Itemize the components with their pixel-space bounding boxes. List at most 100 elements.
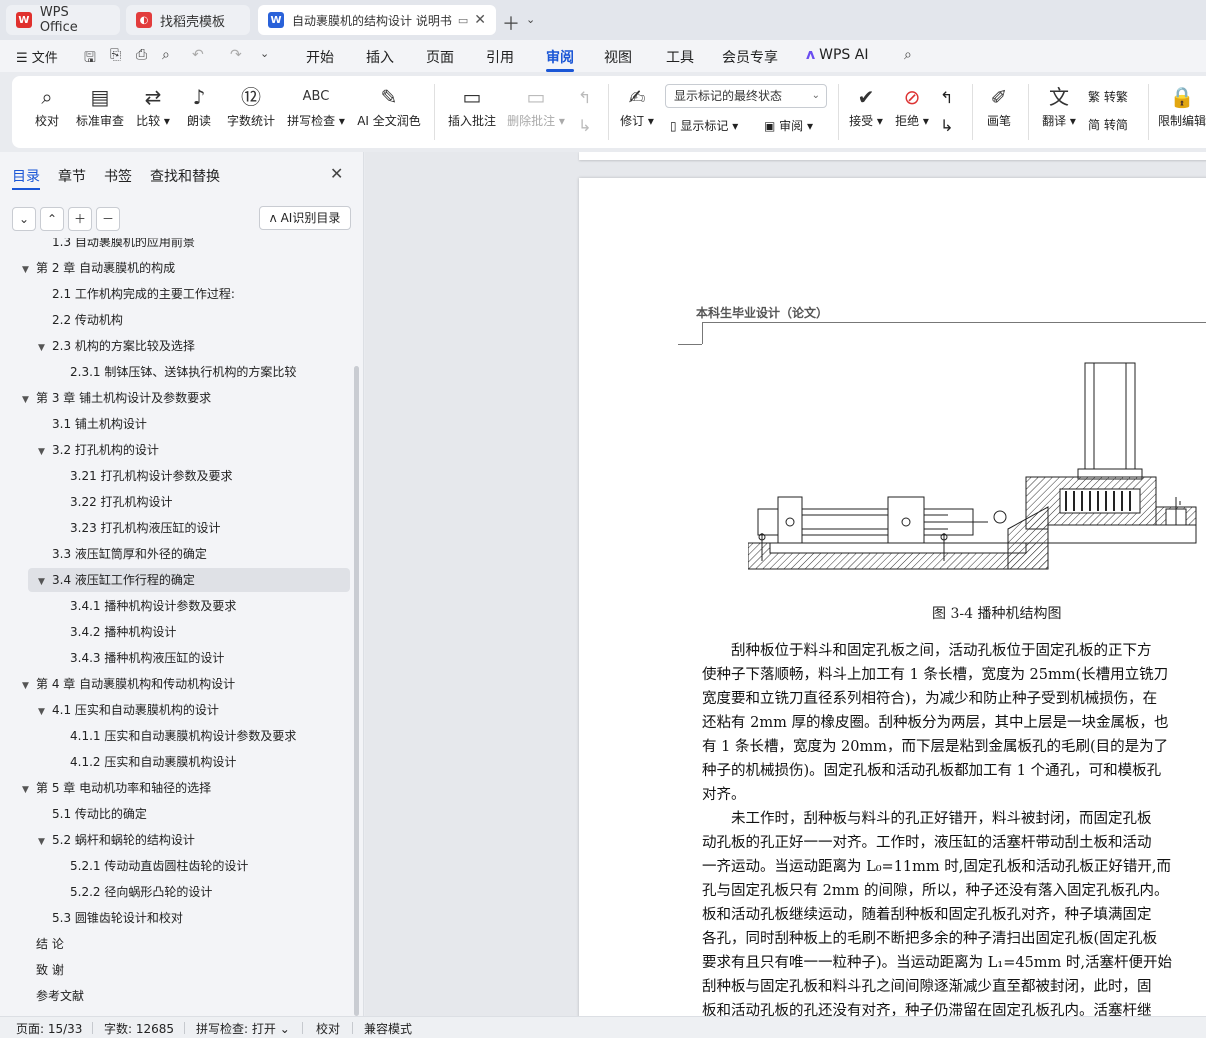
toc-item[interactable]: 3.4.3 播种机构液压缸的设计	[56, 646, 224, 670]
ai-polish-button[interactable]: ✎ AI 全文润色	[356, 82, 422, 129]
tab-wps-office[interactable]: W WPS Office	[6, 5, 120, 35]
monitor-icon[interactable]: ▭	[458, 14, 468, 27]
ai-toc-button[interactable]: ᴧ AI识别目录	[259, 206, 351, 230]
compare-button[interactable]: ⇄ 比较 ▾	[134, 82, 172, 129]
new-tab-icon[interactable]: ＋	[502, 10, 520, 36]
export-icon[interactable]: ⎘	[110, 47, 121, 63]
collapse-triangle-icon[interactable]: ▼	[38, 700, 52, 724]
read-aloud-button[interactable]: ♪ 朗读	[186, 82, 212, 129]
next-comment-icon[interactable]: ↳	[578, 116, 591, 135]
scrollbar[interactable]	[354, 366, 359, 1016]
menu-view[interactable]: 视图	[604, 47, 632, 67]
collapse-triangle-icon[interactable]: ▼	[22, 778, 36, 802]
prev-revision-icon[interactable]: ↰	[940, 88, 953, 107]
undo-icon[interactable]: ↶	[192, 47, 204, 63]
remove-heading-button[interactable]: －	[96, 207, 120, 231]
accept-button[interactable]: ✔ 接受 ▾	[848, 82, 884, 129]
restrict-edit-button[interactable]: 🔒 限制编辑	[1158, 82, 1206, 129]
search-icon[interactable]: ⌕	[904, 47, 912, 63]
toc-item[interactable]: ▼ 第 3 章 铺土机构设计及参数要求	[22, 386, 211, 410]
toc-item[interactable]: 2.2 传动机构	[38, 308, 123, 332]
toc-item[interactable]: 3.4.2 播种机构设计	[56, 620, 176, 644]
insert-comment-button[interactable]: ▭ 插入批注	[446, 82, 498, 129]
chevron-down-icon[interactable]: ⌄	[260, 47, 269, 60]
proofread-status[interactable]: 校对	[316, 1020, 340, 1037]
toc-item[interactable]: 5.2.1 传动动直齿圆柱齿轮的设计	[56, 854, 248, 878]
toc-item[interactable]: 5.2.2 径向蜗形凸轮的设计	[56, 880, 212, 904]
tab-sections[interactable]: 章节	[58, 166, 86, 186]
paragraph-2[interactable]: 未工作时，刮种板与料斗的孔正好错开，料斗被封闭，而固定孔板 动孔板的孔正好一一对齐…	[702, 807, 1206, 1016]
spell-check-button[interactable]: ABC 拼写检查 ▾	[286, 82, 346, 129]
toc-item[interactable]: 2.3.1 制钵压钵、送钵执行机构的方案比较	[56, 360, 296, 384]
revise-button[interactable]: ✍ 修订 ▾	[618, 82, 656, 129]
menu-home[interactable]: 开始	[306, 47, 334, 67]
word-count-button[interactable]: ⑫ 字数统计	[226, 82, 276, 129]
collapse-triangle-icon[interactable]: ▼	[38, 336, 52, 360]
spell-check-status[interactable]: 拼写检查: 打开 ⌄	[196, 1020, 290, 1037]
toc-item[interactable]: 5.3 圆锥齿轮设计和校对	[38, 906, 183, 930]
prev-comment-icon[interactable]: ↰	[578, 88, 591, 107]
proofread-button[interactable]: ⌕ 校对	[34, 82, 60, 129]
toc-item[interactable]: 2.1 工作机构完成的主要工作过程:	[38, 282, 235, 306]
collapse-triangle-icon[interactable]: ▼	[22, 258, 36, 282]
add-heading-button[interactable]: ＋	[68, 207, 92, 231]
tab-find-replace[interactable]: 查找和替换	[150, 166, 220, 186]
toc-item[interactable]: 4.1.1 压实和自动裹膜机构设计参数及要求	[56, 724, 296, 748]
document-area[interactable]: 本科生毕业设计（论文） 图 3-4 播种机结构图 刮种板位于料斗和固定孔板之间，…	[365, 152, 1206, 1016]
collapse-all-button[interactable]: ⌄	[12, 207, 36, 231]
show-markup-button[interactable]: ▯ 显示标记 ▾	[670, 117, 738, 134]
toc-item[interactable]: 4.1.2 压实和自动裹膜机构设计	[56, 750, 236, 774]
menu-insert[interactable]: 插入	[366, 47, 394, 67]
reject-button[interactable]: ⊘ 拒绝 ▾	[894, 82, 930, 129]
collapse-triangle-icon[interactable]: ▼	[22, 674, 36, 698]
tab-toc[interactable]: 目录	[12, 166, 40, 186]
close-icon[interactable]: ✕	[330, 164, 343, 183]
toc-item[interactable]: 3.3 液压缸筒厚和外径的确定	[38, 542, 207, 566]
toc-item[interactable]: ▼ 4.1 压实和自动裹膜机构的设计	[38, 698, 219, 722]
toc-item[interactable]: 3.1 铺土机构设计	[38, 412, 147, 436]
paragraph-1[interactable]: 刮种板位于料斗和固定孔板之间，活动孔板位于固定孔板的正下方 使种子下落顺畅，料斗上…	[702, 639, 1206, 807]
close-icon[interactable]: ✕	[474, 12, 486, 28]
to-traditional-button[interactable]: 繁 转繁	[1088, 88, 1128, 105]
toc-item[interactable]: 3.22 打孔机构设计	[56, 490, 173, 514]
collapse-triangle-icon[interactable]: ▼	[38, 830, 52, 854]
print-icon[interactable]: ⎙	[136, 47, 147, 63]
toc-item[interactable]: 3.21 打孔机构设计参数及要求	[56, 464, 233, 488]
page-indicator[interactable]: 页面: 15/33	[16, 1020, 82, 1037]
to-simplified-button[interactable]: 简 转简	[1088, 116, 1128, 133]
chevron-down-icon[interactable]: ⌄	[526, 13, 535, 26]
file-menu[interactable]: ☰ 文件	[16, 47, 58, 66]
collapse-triangle-icon[interactable]: ▼	[38, 440, 52, 464]
toc-item[interactable]: 结 论	[22, 932, 64, 956]
menu-review[interactable]: 审阅	[546, 47, 574, 67]
toc-item[interactable]: ▼ 第 2 章 自动裹膜机的构成	[22, 256, 175, 280]
word-count[interactable]: 字数: 12685	[104, 1020, 174, 1037]
pen-button[interactable]: ✐ 画笔	[986, 82, 1012, 129]
collapse-triangle-icon[interactable]: ▼	[38, 570, 52, 594]
toc-item[interactable]: 参考文献	[22, 984, 84, 1008]
toc-item[interactable]: 3.23 打孔机构液压缸的设计	[56, 516, 221, 540]
wps-ai-button[interactable]: ᴧ WPS AI	[806, 47, 868, 63]
toc-item[interactable]: ▼ 3.4 液压缸工作行程的确定	[28, 568, 350, 592]
toc-item[interactable]: 5.1 传动比的确定	[38, 802, 147, 826]
toc-item[interactable]: 1.3 自动裹膜机的应用前景	[38, 238, 195, 254]
review-pane-button[interactable]: ▣ 审阅 ▾	[764, 117, 813, 134]
redo-icon[interactable]: ↷	[230, 47, 242, 63]
print-preview-icon[interactable]: ⌕	[162, 47, 170, 63]
expand-up-button[interactable]: ⌃	[40, 207, 64, 231]
toc-item[interactable]: 3.4.1 播种机构设计参数及要求	[56, 594, 236, 618]
menu-page[interactable]: 页面	[426, 47, 454, 67]
menu-references[interactable]: 引用	[486, 47, 514, 67]
tab-bookmarks[interactable]: 书签	[104, 166, 132, 186]
toc-item[interactable]: ▼ 2.3 机构的方案比较及选择	[38, 334, 195, 358]
toc-item[interactable]: ▼ 3.2 打孔机构的设计	[38, 438, 159, 462]
toc-item[interactable]: ▼ 5.2 蜗杆和蜗轮的结构设计	[38, 828, 195, 852]
save-icon[interactable]: 🖫	[84, 47, 96, 71]
tab-document[interactable]: W 自动裹膜机的结构设计 说明书 ▭ ✕	[258, 5, 496, 35]
toc-item[interactable]: ▼ 第 4 章 自动裹膜机构和传动机构设计	[22, 672, 235, 696]
collapse-triangle-icon[interactable]: ▼	[22, 388, 36, 412]
delete-comment-button[interactable]: ▭ 删除批注 ▾	[506, 82, 566, 129]
menu-membership[interactable]: 会员专享	[722, 47, 778, 67]
tab-docer-templates[interactable]: ◐ 找稻壳模板	[126, 5, 250, 35]
menu-tools[interactable]: 工具	[666, 47, 694, 67]
